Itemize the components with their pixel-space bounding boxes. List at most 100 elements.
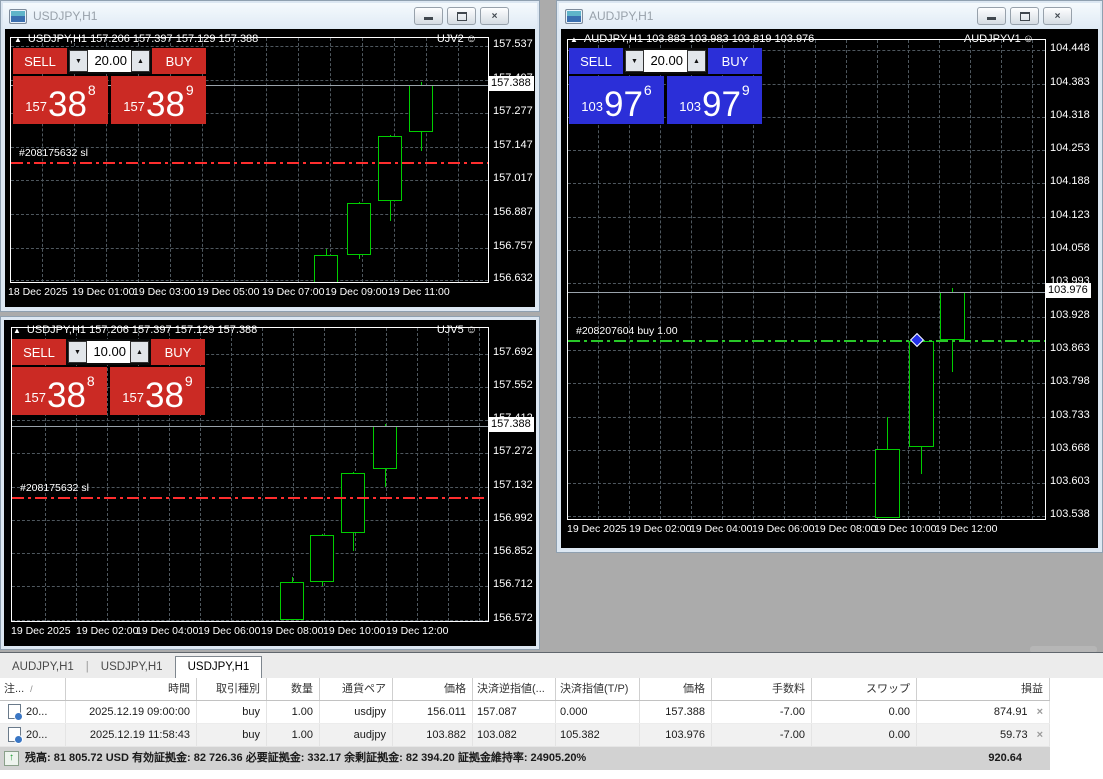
volume-decrease-button[interactable]: ▼ (625, 50, 644, 72)
order-line-label: #208175632 sl (19, 147, 88, 159)
chart-window-icon (9, 9, 27, 24)
table-cell: 157.388 (640, 701, 712, 723)
restore-button[interactable] (447, 7, 476, 25)
minimize-icon (987, 17, 996, 20)
volume-decrease-button[interactable]: ▼ (68, 341, 87, 363)
collapse-arrow-icon[interactable]: ▲ (570, 35, 578, 44)
sell-price-box[interactable]: 103 97 6 (569, 76, 664, 124)
window-title: USDJPY,H1 (33, 9, 408, 23)
price-axis-label: 157.017 (493, 172, 533, 184)
chart-tab-usdjpy-h1[interactable]: USDJPY,H1 (175, 656, 263, 679)
window-titlebar[interactable]: USDJPY,H1 × (3, 3, 537, 29)
buy-button[interactable]: BUY (152, 48, 206, 74)
volume-decrease-button[interactable]: ▼ (69, 50, 88, 72)
gridline-vertical (417, 328, 418, 621)
window-titlebar[interactable]: AUDJPY,H1 × (559, 3, 1100, 29)
gridline-vertical (458, 38, 459, 282)
time-axis-label: 19 Dec 02:00 (76, 625, 138, 637)
close-button[interactable]: × (480, 7, 509, 25)
sell-price-big: 38 (47, 382, 86, 411)
volume-increase-button[interactable]: ▲ (131, 50, 150, 72)
price-axis-label: 156.887 (493, 206, 533, 218)
table-row[interactable]: 20...2025.12.19 11:58:43buy1.00audjpy103… (0, 724, 1050, 747)
close-position-icon[interactable]: × (1037, 706, 1043, 718)
price-axis-label: 103.538 (1050, 508, 1090, 520)
volume-increase-button[interactable]: ▲ (130, 341, 149, 363)
column-header[interactable]: 手数料 (712, 678, 812, 700)
price-axis-label: 104.058 (1050, 242, 1090, 254)
price-axis-label: 103.928 (1050, 309, 1090, 321)
buy-price-prefix: 157 (122, 390, 144, 405)
sell-price-box[interactable]: 157 38 8 (12, 367, 107, 415)
buy-button[interactable]: BUY (708, 48, 762, 74)
time-axis-label: 19 Dec 11:00 (388, 286, 450, 298)
balance-text: 残高: 81 805.72 USD 有効証拠金: 82 726.36 必要証拠金… (25, 747, 586, 770)
buy-button[interactable]: BUY (151, 339, 205, 365)
collapse-arrow-icon[interactable]: ▲ (13, 326, 21, 335)
column-header[interactable]: 損益 (917, 678, 1050, 700)
column-header[interactable]: スワップ (812, 678, 917, 700)
chart-area-usdjpy-2[interactable]: ▲ USDJPY,H1 157.206 157.397 157.129 157.… (4, 320, 536, 646)
close-button[interactable]: × (1043, 7, 1072, 25)
buy-price-box[interactable]: 157 38 9 (110, 367, 205, 415)
column-header[interactable]: 時間 (66, 678, 197, 700)
sell-button[interactable]: SELL (13, 48, 67, 74)
restore-icon (457, 12, 467, 21)
gridline-horizontal (12, 420, 488, 421)
buy-price-prefix: 157 (123, 99, 145, 114)
order-line-label: #208207604 buy 1.00 (576, 325, 678, 337)
sell-button[interactable]: SELL (12, 339, 66, 365)
price-axis-label: 104.123 (1050, 209, 1090, 221)
table-cell: 156.011 (393, 701, 473, 723)
total-profit-value: 920.64 (988, 747, 1022, 770)
minimize-button[interactable] (977, 7, 1006, 25)
chart-tab-usdjpy-h1[interactable]: USDJPY,H1 (89, 657, 175, 678)
close-position-icon[interactable]: × (1037, 729, 1043, 741)
column-header[interactable]: 価格 (640, 678, 712, 700)
sell-price-big: 38 (48, 91, 87, 120)
buy-price-pip: 9 (186, 82, 194, 98)
volume-input[interactable]: 20.00 (88, 50, 131, 72)
order-level-line (11, 162, 488, 164)
volume-increase-button[interactable]: ▲ (687, 50, 706, 72)
candle-body (909, 341, 934, 447)
collapse-arrow-icon[interactable]: ▲ (14, 35, 22, 44)
time-axis-label: 19 Dec 08:00 (814, 523, 876, 535)
sell-price-box[interactable]: 157 38 8 (13, 76, 108, 124)
minimize-button[interactable] (414, 7, 443, 25)
gridline-vertical (234, 38, 235, 282)
buy-price-box[interactable]: 103 97 9 (667, 76, 762, 124)
volume-input[interactable]: 20.00 (644, 50, 687, 72)
gridline-horizontal (568, 450, 1045, 451)
gridline-horizontal (568, 383, 1045, 384)
chart-area-usdjpy-1[interactable]: ▲ USDJPY,H1 157.206 157.397 157.129 157.… (5, 29, 535, 307)
table-row[interactable]: 20...2025.12.19 09:00:00buy1.00usdjpy156… (0, 701, 1050, 724)
order-line-label: #208175632 sl (20, 482, 89, 494)
column-header[interactable]: 通貨ペア (320, 678, 393, 700)
chevron-up-icon: ▲ (137, 58, 144, 65)
gridline-vertical (330, 38, 331, 282)
column-header[interactable]: 価格 (393, 678, 473, 700)
table-cell: 1.00 (267, 724, 320, 746)
time-axis-label: 19 Dec 04:00 (690, 523, 752, 535)
time-axis-label: 18 Dec 2025 (8, 286, 68, 298)
volume-input[interactable]: 10.00 (87, 341, 130, 363)
price-axis-label: 156.757 (493, 240, 533, 252)
buy-price-box[interactable]: 157 38 9 (111, 76, 206, 124)
column-header[interactable]: 注.../ (0, 678, 66, 700)
column-header[interactable]: 数量 (267, 678, 320, 700)
sell-button[interactable]: SELL (569, 48, 623, 74)
chart-area-audjpy[interactable]: ▲ AUDJPY,H1 103.883 103.983 103.819 103.… (561, 29, 1098, 548)
restore-button[interactable] (1010, 7, 1039, 25)
order-document-icon (8, 704, 21, 719)
chart-tab-audjpy-h1[interactable]: AUDJPY,H1 (0, 657, 86, 678)
current-price-line (568, 292, 1045, 293)
time-axis-label: 19 Dec 2025 (11, 625, 71, 637)
column-header[interactable]: 取引種別 (197, 678, 267, 700)
price-axis-label: 103.603 (1050, 475, 1090, 487)
column-header[interactable]: 決済指値(T/P) (556, 678, 640, 700)
candle-body (314, 255, 338, 283)
table-cell: 0.000 (556, 701, 640, 723)
time-axis-label: 19 Dec 05:00 (197, 286, 259, 298)
column-header[interactable]: 決済逆指値(... (473, 678, 556, 700)
